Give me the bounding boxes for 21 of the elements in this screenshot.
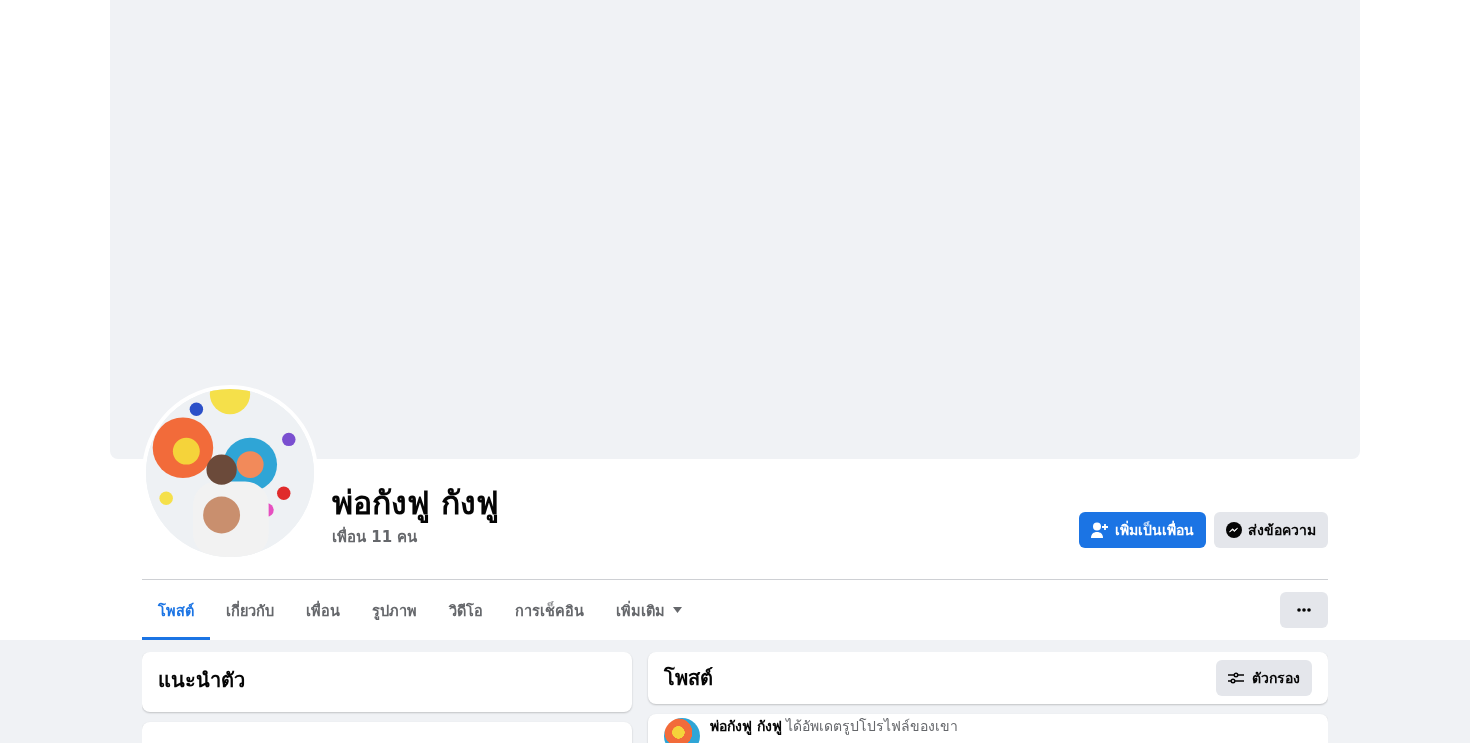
message-button[interactable]: ส่งข้อความ — [1214, 512, 1328, 548]
profile-tab[interactable]: วิดีโอ — [433, 580, 499, 640]
add-friend-button[interactable]: เพิ่มเป็นเพื่อน — [1079, 512, 1206, 548]
post-author[interactable]: พ่อกังฟู กังฟู — [710, 718, 782, 734]
messenger-icon — [1226, 522, 1242, 538]
profile-tab[interactable]: รูปภาพ — [356, 580, 433, 640]
more-icon — [1297, 608, 1311, 612]
profile-tab[interactable]: เกี่ยวกับ — [210, 580, 290, 640]
filter-button[interactable]: ตัวกรอง — [1216, 660, 1312, 696]
sliders-icon — [1228, 672, 1244, 684]
post-action-text: ได้อัพเดตรูปโปรไฟล์ของเขา — [785, 718, 958, 734]
profile-tab[interactable]: โพสต์ — [142, 580, 210, 640]
add-person-icon — [1091, 522, 1109, 538]
profile-tab[interactable]: เพิ่มเติม — [600, 580, 698, 640]
profile-tab[interactable]: เพื่อน — [290, 580, 356, 640]
profile-tab[interactable]: การเช็คอิน — [499, 580, 600, 640]
more-button[interactable] — [1280, 592, 1328, 628]
posts-title: โพสต์ — [663, 665, 714, 692]
friends-count[interactable]: เพื่อน 11 คน — [332, 525, 1079, 549]
profile-name: พ่อกังฟู กังฟู — [332, 483, 501, 523]
intro-title: แนะนำตัว — [157, 667, 246, 694]
